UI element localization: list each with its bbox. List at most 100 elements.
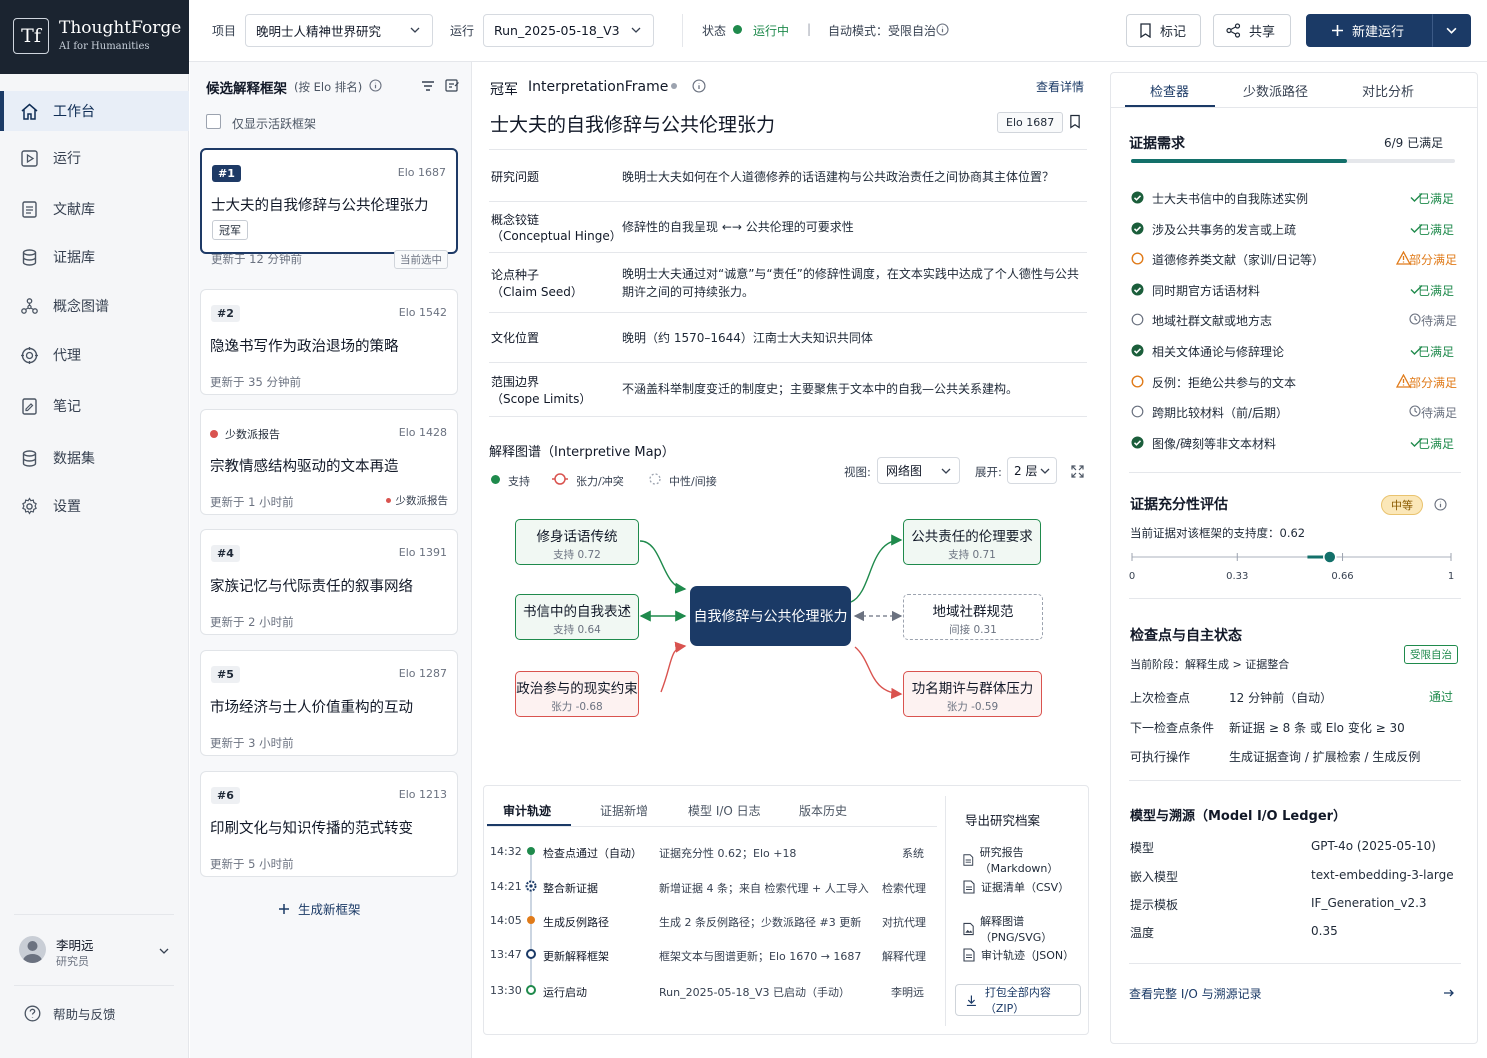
- file-icon: [963, 948, 975, 962]
- sidebar-item-concept-graph[interactable]: 概念图谱: [0, 286, 189, 326]
- elo-score: Elo 1428: [398, 426, 447, 439]
- info-icon[interactable]: [1434, 498, 1447, 511]
- requirement-row[interactable]: 地域社群文献或地方志 待满足: [1131, 309, 1461, 329]
- sidebar-item-datasets[interactable]: 数据集: [0, 438, 189, 478]
- sidebar-item-runs[interactable]: 运行: [0, 138, 189, 178]
- info-icon[interactable]: [369, 79, 382, 92]
- audit-row[interactable]: 14:21 整合新证据 新增证据 4 条；来自 检索代理 + 人工导入 检索代理: [484, 878, 934, 898]
- candidate-card[interactable]: #6 Elo 1213 印刷文化与知识传播的范式转变 更新于 5 小时前: [200, 771, 458, 877]
- audit-event: 更新解释框架: [543, 950, 609, 963]
- filter-icon[interactable]: [421, 80, 435, 92]
- share-button[interactable]: 共享: [1213, 14, 1291, 47]
- map-node[interactable]: 公共责任的伦理要求 支持 0.71: [903, 519, 1041, 565]
- gear-icon: [22, 496, 37, 515]
- active-only-checkbox[interactable]: [206, 114, 221, 129]
- divider: [1129, 780, 1461, 781]
- map-node[interactable]: 地域社群规范 间接 0.31: [903, 594, 1043, 640]
- arrow-right-icon[interactable]: [1443, 987, 1455, 999]
- tab-version-history[interactable]: 版本历史: [799, 802, 847, 819]
- sidebar-item-workbench[interactable]: 工作台: [0, 91, 189, 131]
- mark-button[interactable]: 标记: [1126, 14, 1201, 47]
- audit-row[interactable]: 14:05 生成反例路径 生成 2 条反例路径；少数派路径 #3 更新 对抗代理: [484, 912, 934, 932]
- sufficiency-title: 证据充分性评估: [1130, 497, 1228, 513]
- audit-row[interactable]: 13:30 运行启动 Run_2025-05-18_V3 已启动（手动） 李明远: [484, 982, 934, 1002]
- avatar[interactable]: [19, 936, 46, 963]
- cp-key: 可执行操作: [1130, 750, 1191, 764]
- audit-actor: 解释代理: [882, 950, 926, 963]
- requirement-status: 已满足: [1417, 345, 1454, 359]
- tab-evidence-new[interactable]: 证据新增: [600, 802, 648, 819]
- export-json[interactable]: 审计轨迹（JSON）: [963, 947, 1074, 963]
- generate-frame-button[interactable]: 生成新框架: [278, 899, 361, 918]
- sidebar-item-library[interactable]: 文献库: [0, 189, 189, 229]
- candidate-card[interactable]: #2 Elo 1542 隐逸书写作为政治退场的策略 更新于 35 分钟前: [200, 289, 458, 395]
- updated-time: 更新于 3 小时前: [210, 736, 294, 750]
- project-select[interactable]: 晚明士人精神世界研究: [245, 14, 433, 47]
- audit-time: 14:21: [490, 880, 522, 893]
- run-select[interactable]: Run_2025-05-18_V3: [483, 14, 654, 47]
- candidate-card[interactable]: 少数派报告 Elo 1428 宗教情感结构驱动的文本再造 更新于 1 小时前 少…: [200, 409, 458, 515]
- requirement-row[interactable]: 相关文体通论与修辞理论 已满足: [1131, 340, 1461, 360]
- elo-score: Elo 1287: [398, 667, 447, 680]
- timeline-dot: [527, 847, 535, 855]
- tab-comparison[interactable]: 对比分析: [1362, 81, 1414, 100]
- req-count: 6/9 已满足: [1384, 136, 1444, 150]
- requirement-row[interactable]: 道德修养类文献（家训/日记等） 部分满足: [1131, 248, 1461, 268]
- model-key: 模型: [1130, 841, 1155, 855]
- requirement-row[interactable]: 跨期比较材料（前/后期） 待满足: [1131, 401, 1461, 421]
- new-run-dropdown[interactable]: [1432, 14, 1471, 47]
- scale-tick-label: 1: [1448, 571, 1454, 582]
- map-node[interactable]: 功名期许与群体压力 张力 -0.59: [903, 671, 1042, 717]
- candidate-card[interactable]: #5 Elo 1287 市场经济与士人价值重构的互动 更新于 3 小时前: [200, 650, 458, 756]
- map-node[interactable]: 政治参与的现实约束 张力 -0.68: [515, 671, 639, 717]
- sidebar-item-settings[interactable]: 设置: [0, 486, 189, 526]
- map-node[interactable]: 修身话语传统 支持 0.72: [515, 519, 639, 565]
- chevron-down-icon[interactable]: [159, 946, 169, 956]
- scale-tick-label: 0.33: [1226, 571, 1248, 582]
- sidebar-item-evidence[interactable]: 证据库: [0, 237, 189, 277]
- rank-badge: #4: [211, 545, 240, 562]
- requirement-text: 相关文体通论与修辞理论: [1152, 345, 1285, 359]
- info-icon[interactable]: [936, 23, 949, 36]
- help-link[interactable]: 帮助与反馈: [24, 1004, 116, 1023]
- requirement-row[interactable]: 反例：拒绝公共参与的文本 部分满足: [1131, 371, 1461, 391]
- ledger-link[interactable]: 查看完整 I/O 与溯源记录: [1129, 985, 1262, 1002]
- model-value: IF_Generation_v2.3: [1311, 896, 1427, 910]
- requirement-row[interactable]: 涉及公共事务的发言或上疏 已满足: [1131, 218, 1461, 238]
- sidebar-item-label: 文献库: [53, 202, 95, 218]
- sidebar-item-agents[interactable]: 代理: [0, 335, 189, 375]
- map-node[interactable]: 书信中的自我表述 支持 0.64: [515, 594, 639, 640]
- edit-list-icon[interactable]: [445, 78, 460, 93]
- map-center-node[interactable]: 自我修辞与公共伦理张力: [690, 586, 851, 646]
- tab-inspector[interactable]: 检查器: [1150, 81, 1189, 100]
- scale-marker[interactable]: [1323, 550, 1337, 564]
- tab-minority-paths[interactable]: 少数派路径: [1243, 81, 1308, 100]
- edge-tension: [854, 646, 903, 699]
- requirement-text: 跨期比较材料（前/后期）: [1152, 406, 1289, 421]
- requirement-row[interactable]: 图像/碑刻等非文本材料 已满足: [1131, 432, 1461, 452]
- active-only-label: 仅显示活跃框架: [232, 117, 317, 131]
- sidebar-item-notes[interactable]: 笔记: [0, 386, 189, 426]
- project-select-value: 晚明士人精神世界研究: [256, 24, 382, 39]
- divider: [945, 796, 946, 1026]
- center-node-title: 自我修辞与公共伦理张力: [693, 609, 848, 625]
- candidate-card[interactable]: #4 Elo 1391 家族记忆与代际责任的叙事网络 更新于 2 小时前: [200, 529, 458, 635]
- requirement-row[interactable]: 同时期官方话语材料 已满足: [1131, 279, 1461, 299]
- tab-io-log[interactable]: 模型 I/O 日志: [688, 802, 761, 819]
- candidate-card[interactable]: #1 Elo 1687 士大夫的自我修辞与公共伦理张力 冠军 更新于 12 分钟…: [200, 148, 458, 269]
- requirement-row[interactable]: 士大夫书信中的自我陈述实例 已满足: [1131, 187, 1461, 207]
- download-zip-button[interactable]: 打包全部内容（ZIP）: [955, 984, 1081, 1016]
- model-key: 提示模板: [1130, 898, 1179, 912]
- audit-row[interactable]: 13:47 更新解释框架 框架文本与图谱更新；Elo 1670 → 1687 解…: [484, 946, 934, 966]
- tab-audit[interactable]: 审计轨迹: [503, 802, 551, 819]
- node-title: 修身话语传统: [536, 529, 618, 545]
- export-markdown[interactable]: 研究报告（Markdown）: [963, 844, 1088, 876]
- divider: [14, 914, 174, 915]
- export-title: 导出研究档案: [965, 813, 1041, 828]
- export-csv[interactable]: 证据清单（CSV）: [963, 879, 1069, 895]
- export-image[interactable]: 解释图谱（PNG/SVG）: [963, 913, 1088, 945]
- audit-detail: 框架文本与图谱更新；Elo 1670 → 1687: [659, 950, 862, 963]
- audit-row[interactable]: 14:32 检查点通过（自动） 证据充分性 0.62；Elo +18 系统: [484, 843, 934, 863]
- help-label: 帮助与反馈: [53, 1007, 116, 1022]
- new-run-button[interactable]: 新建运行: [1306, 14, 1432, 47]
